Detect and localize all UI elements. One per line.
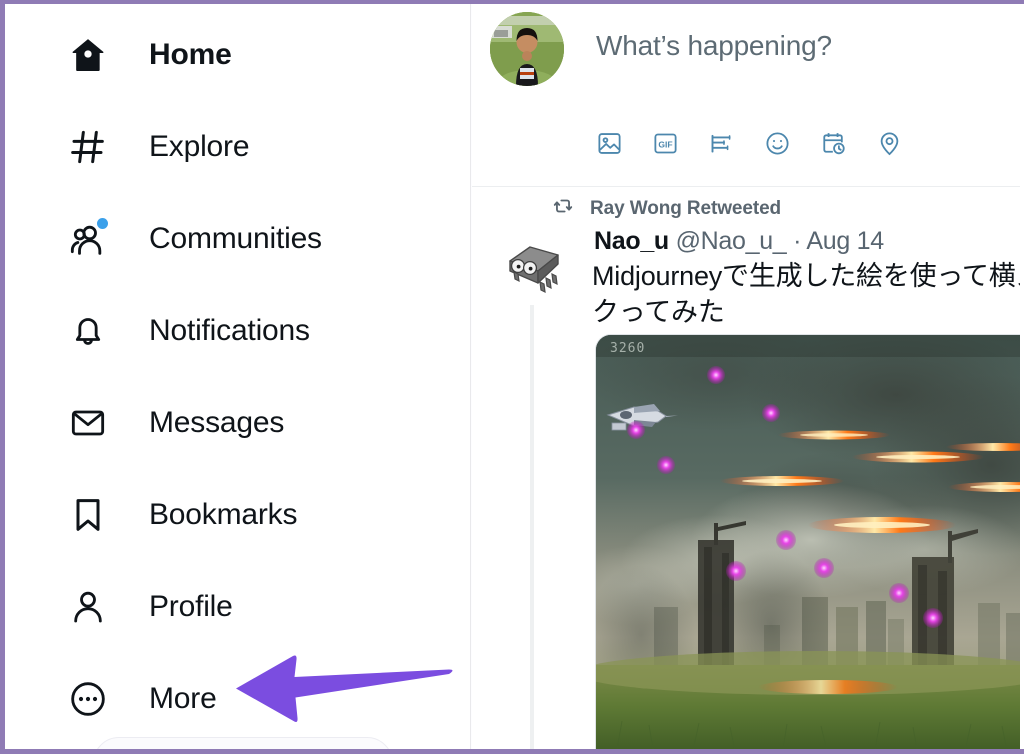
tweet-author-name[interactable]: Nao_u	[594, 227, 669, 255]
bookmark-icon	[65, 492, 111, 538]
sidebar-item-explore[interactable]: Explore	[65, 118, 250, 176]
sidebar-item-home[interactable]: Home	[65, 26, 232, 84]
tweet-item[interactable]: Ray Wong Retweeted Nao_u @Nao_u_ · Aug 1…	[472, 187, 1020, 749]
retweet-icon	[552, 195, 574, 222]
browser-viewport: Home Explore Communities Notifications M…	[0, 0, 1024, 754]
person-icon	[65, 584, 111, 630]
retweet-label: Ray Wong Retweeted	[590, 197, 782, 219]
sidebar-item-profile[interactable]: Profile	[65, 578, 233, 636]
home-icon	[65, 32, 111, 78]
sidebar-item-messages[interactable]: Messages	[65, 394, 284, 452]
game-score-label: 3260	[610, 341, 646, 356]
tweet-author-handle[interactable]: @Nao_u_	[676, 227, 787, 255]
thread-connector-line	[530, 305, 534, 749]
avatar[interactable]	[490, 12, 564, 86]
schedule-icon[interactable]	[818, 128, 848, 158]
hashtag-icon	[65, 124, 111, 170]
compose-toolbar: GIF	[594, 128, 904, 158]
sidebar-item-notifications[interactable]: Notifications	[65, 302, 310, 360]
twitter-app: Home Explore Communities Notifications M…	[5, 4, 1020, 749]
sidebar-item-label: Explore	[149, 130, 250, 163]
sidebar-item-label: Messages	[149, 406, 285, 439]
emoji-icon[interactable]	[762, 128, 792, 158]
primary-sidebar: Home Explore Communities Notifications M…	[5, 4, 471, 749]
tweet-separator: ·	[793, 227, 802, 255]
tweet-text: Midjourneyで生成した絵を使って横スクってみた	[592, 261, 1020, 327]
communities-badge-dot	[97, 218, 108, 229]
tweet-media-image[interactable]: 3260	[595, 334, 1020, 749]
avatar[interactable]	[500, 235, 566, 301]
sidebar-item-more[interactable]: More	[65, 670, 217, 728]
main-feed-column: What’s happening? GIF Ray Wong Retweeted…	[472, 4, 1020, 749]
gif-icon[interactable]: GIF	[650, 128, 680, 158]
svg-text:GIF: GIF	[658, 139, 672, 149]
retweet-context: Ray Wong Retweeted	[552, 195, 781, 222]
envelope-icon	[65, 400, 111, 446]
sidebar-item-label: Bookmarks	[149, 498, 298, 531]
sidebar-item-label: More	[149, 682, 217, 715]
sidebar-item-communities[interactable]: Communities	[65, 210, 322, 268]
poll-icon[interactable]	[706, 128, 736, 158]
tweet-author-line: Nao_u @Nao_u_ · Aug 14	[594, 227, 884, 256]
compose-placeholder-text[interactable]: What’s happening?	[596, 30, 832, 62]
more-circle-icon	[65, 676, 111, 722]
compose-tweet-box[interactable]: What’s happening? GIF	[472, 4, 1020, 187]
tweet-timestamp[interactable]: Aug 14	[806, 227, 884, 255]
tweet-compose-button[interactable]	[93, 737, 393, 749]
media-icon[interactable]	[594, 128, 624, 158]
sidebar-item-bookmarks[interactable]: Bookmarks	[65, 486, 297, 544]
communities-icon	[65, 216, 111, 262]
sidebar-item-label: Profile	[149, 590, 233, 623]
sidebar-item-label: Home	[149, 38, 232, 71]
sidebar-item-label: Communities	[149, 222, 322, 255]
location-icon[interactable]	[874, 128, 904, 158]
sidebar-item-label: Notifications	[149, 314, 310, 347]
bell-icon	[65, 308, 111, 354]
